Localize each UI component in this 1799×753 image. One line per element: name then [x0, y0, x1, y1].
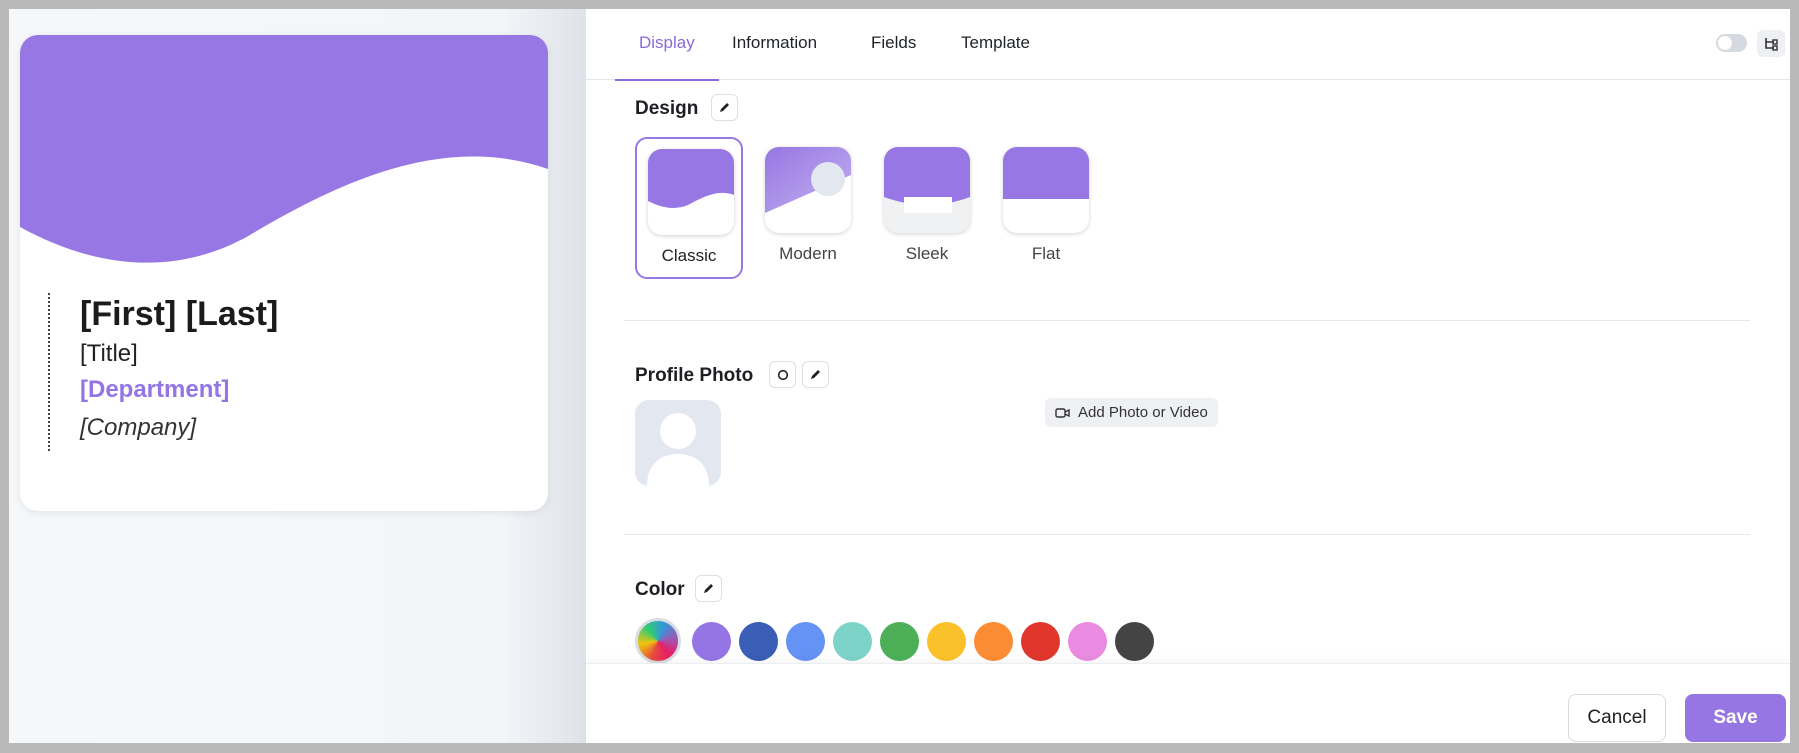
color-swatch-green[interactable] — [880, 622, 919, 661]
custom-color-swatch[interactable] — [635, 618, 681, 664]
color-swatch-pink[interactable] — [1068, 622, 1107, 661]
save-button[interactable]: Save — [1685, 694, 1786, 742]
color-swatch-orange[interactable] — [974, 622, 1013, 661]
add-photo-label: Add Photo or Video — [1078, 404, 1208, 421]
design-option-flat[interactable]: Flat — [992, 137, 1100, 279]
color-swatch-teal[interactable] — [833, 622, 872, 661]
hierarchy-icon — [1765, 37, 1778, 51]
design-option-label: Sleek — [905, 244, 949, 263]
card-preview-pane: [First] [Last] [Title] [Department] [Com… — [9, 9, 586, 743]
card-info-block: [First] [Last] [Title] [Department] [Com… — [48, 293, 278, 451]
toggle-switch[interactable] — [1716, 34, 1747, 52]
cancel-button[interactable]: Cancel — [1568, 694, 1666, 742]
color-section-label: Color — [635, 579, 685, 600]
color-swatch-navy[interactable] — [739, 622, 778, 661]
tab-fields[interactable]: Fields — [871, 9, 916, 80]
color-swatch-red[interactable] — [1021, 622, 1060, 661]
color-swatch-blue[interactable] — [786, 622, 825, 661]
photo-shape-button[interactable] — [769, 361, 796, 388]
editor-panel: Display Information Fields Template Desi… — [586, 9, 1790, 743]
design-option-modern[interactable]: Modern — [754, 137, 862, 279]
design-option-label: Modern — [779, 244, 837, 263]
business-card-preview: [First] [Last] [Title] [Department] [Com… — [20, 35, 548, 511]
section-divider — [624, 320, 1750, 321]
pencil-icon — [720, 103, 729, 112]
card-name: [First] [Last] — [80, 295, 279, 333]
pencil-icon — [704, 584, 713, 593]
design-section-label: Design — [635, 98, 699, 119]
modern-thumbnail — [765, 147, 851, 233]
color-swatch-purple[interactable] — [692, 622, 731, 661]
card-title: [Title] — [80, 340, 138, 367]
design-option-classic[interactable]: Classic — [635, 137, 743, 279]
design-edit-button[interactable] — [711, 94, 738, 121]
tab-information[interactable]: Information — [732, 9, 817, 80]
video-camera-icon — [1055, 407, 1070, 418]
add-photo-button[interactable]: Add Photo or Video — [1045, 398, 1218, 427]
hierarchy-button[interactable] — [1757, 30, 1785, 57]
tab-display[interactable]: Display — [615, 9, 719, 81]
card-department: [Department] — [80, 376, 230, 403]
app-frame: [First] [Last] [Title] [Department] [Com… — [9, 9, 1790, 743]
classic-thumbnail — [648, 149, 734, 235]
avatar-placeholder — [635, 400, 721, 486]
card-company: [Company] — [80, 414, 197, 441]
photo-edit-button[interactable] — [802, 361, 829, 388]
color-swatch-charcoal[interactable] — [1115, 622, 1154, 661]
design-option-label: Classic — [661, 246, 717, 265]
tab-template[interactable]: Template — [961, 9, 1030, 80]
tab-bar: Display Information Fields Template — [586, 9, 1790, 81]
pencil-icon — [811, 370, 820, 379]
flat-thumbnail — [1003, 147, 1089, 233]
circle-icon — [777, 369, 788, 380]
profile-photo-section-label: Profile Photo — [635, 365, 754, 386]
section-divider — [624, 534, 1750, 535]
sleek-thumbnail — [884, 147, 970, 233]
color-swatch-yellow[interactable] — [927, 622, 966, 661]
design-option-sleek[interactable]: Sleek — [873, 137, 981, 279]
color-edit-button[interactable] — [695, 575, 722, 602]
card-header-wave — [20, 35, 548, 263]
footer-bar: Cancel Save — [586, 663, 1790, 743]
design-option-label: Flat — [1031, 244, 1061, 263]
user-icon — [647, 413, 709, 486]
